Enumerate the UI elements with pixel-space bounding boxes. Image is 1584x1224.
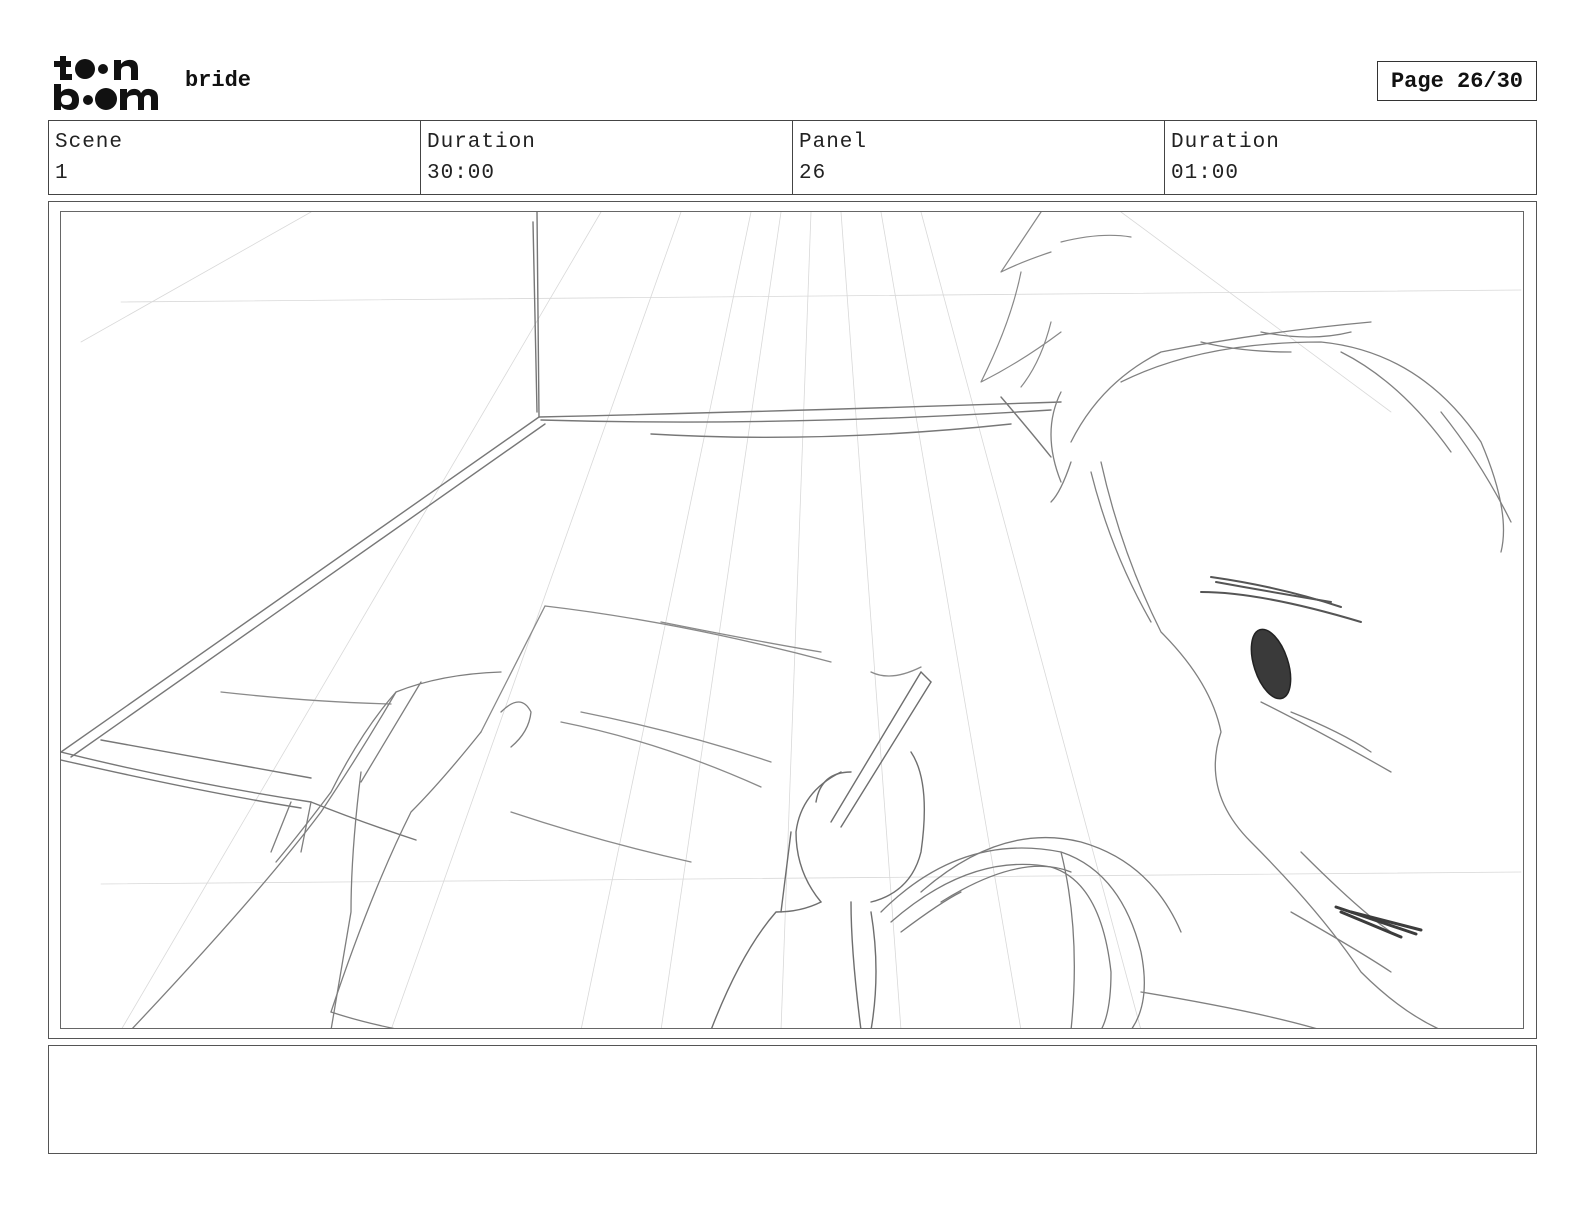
panel-value: 26	[799, 162, 827, 185]
panel-cell: Panel 26	[793, 121, 1165, 194]
scene-cell: Scene 1	[49, 121, 421, 194]
page-indicator: Page 26/30	[1377, 61, 1537, 101]
scene-value: 1	[55, 162, 69, 185]
info-table: Scene 1 Duration 30:00 Panel 26 Duration…	[48, 120, 1537, 195]
panel-duration-cell: Duration 01:00	[1165, 121, 1536, 194]
project-name: bride	[185, 68, 252, 93]
panel-frame	[48, 201, 1537, 1039]
scene-duration-label: Duration	[427, 131, 536, 154]
panel-image	[60, 211, 1524, 1029]
pencil-sketch-character-writing-at-desk-icon	[61, 212, 1522, 1028]
toonboom-logo	[52, 50, 164, 112]
scene-duration-value: 30:00	[427, 162, 496, 185]
notes-box	[48, 1045, 1537, 1154]
panel-label: Panel	[799, 131, 868, 154]
scene-duration-cell: Duration 30:00	[421, 121, 793, 194]
scene-label: Scene	[55, 131, 124, 154]
panel-duration-label: Duration	[1171, 131, 1280, 154]
toonboom-logo-icon	[54, 56, 158, 110]
panel-duration-value: 01:00	[1171, 162, 1240, 185]
